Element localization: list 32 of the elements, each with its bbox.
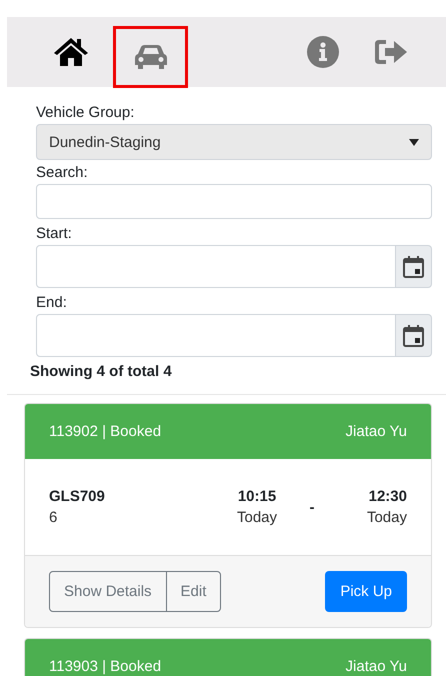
edit-button[interactable]: Edit xyxy=(166,571,222,612)
driver-name: Jiatao Yu xyxy=(346,658,407,675)
calendar-button[interactable] xyxy=(396,245,432,288)
calendar-button[interactable] xyxy=(396,314,432,357)
start-time: 10:15 xyxy=(238,488,276,505)
vehicle-group-select[interactable]: Dunedin-Staging xyxy=(36,124,432,160)
start-date-field[interactable] xyxy=(36,245,396,288)
field-label: Search: xyxy=(36,164,89,182)
end-time: 12:30 xyxy=(368,488,407,505)
pick-up-button[interactable]: Pick Up xyxy=(325,571,407,612)
details-button[interactable]: Show Details xyxy=(49,571,167,612)
info-icon xyxy=(307,36,339,68)
booking-status: 113903 | Booked xyxy=(49,658,162,675)
vehicle-plate: GLS709 xyxy=(49,488,105,505)
car-icon xyxy=(134,44,168,70)
start-day: Today xyxy=(236,509,278,526)
driver-name: Jiatao Yu xyxy=(346,423,407,440)
booking-status: 113902 | Booked xyxy=(49,423,162,440)
home-icon xyxy=(52,36,90,68)
field-label: Vehicle Group: xyxy=(36,104,136,122)
end-day: Today xyxy=(366,509,407,526)
caret-icon xyxy=(409,138,419,146)
time-separator: - xyxy=(308,498,316,516)
calendar-icon xyxy=(403,324,424,346)
calendar-icon xyxy=(403,256,424,278)
vehicle-detail: 6 xyxy=(49,509,58,526)
field-label: End: xyxy=(36,294,68,312)
logout-icon xyxy=(374,38,408,66)
field-label: Start: xyxy=(36,225,73,243)
end-date-field[interactable] xyxy=(36,314,396,357)
result-count: Showing 4 of total 4 xyxy=(30,363,173,381)
search-field[interactable] xyxy=(36,184,432,219)
